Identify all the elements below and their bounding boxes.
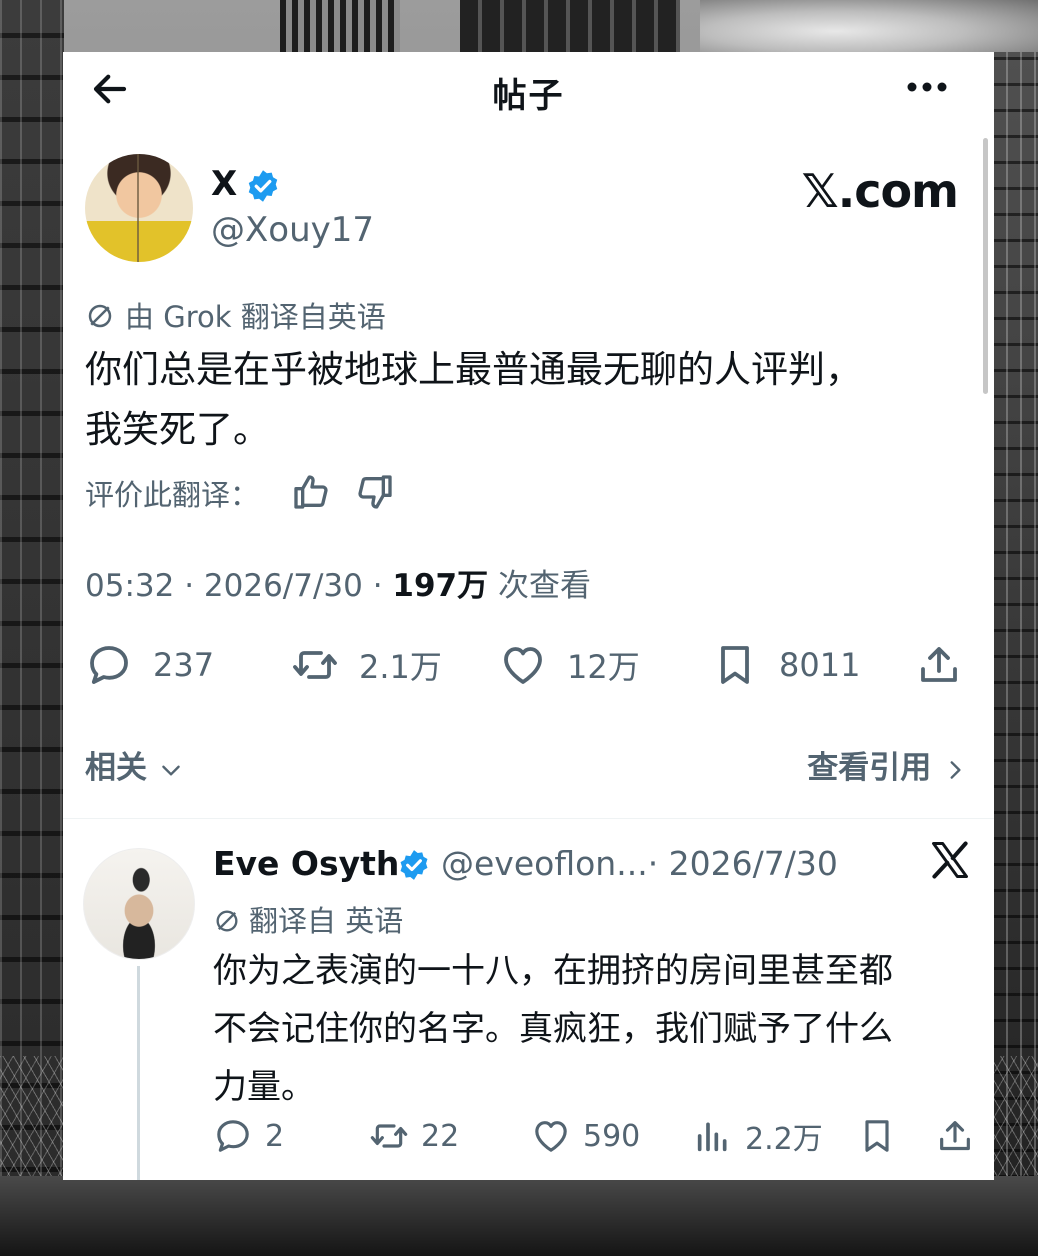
thread-line xyxy=(137,966,140,1180)
reply-button[interactable]: 237 xyxy=(85,640,214,690)
reply-text-line: 你为之表演的一十八，在拥挤的房间里甚至都 xyxy=(213,951,893,991)
ground xyxy=(0,1176,1038,1256)
brand-watermark: 𝕏.com xyxy=(801,164,959,218)
translation-note: 由 Grok 翻译自英语 xyxy=(85,294,386,336)
related-label: 相关 xyxy=(85,750,147,786)
reply-action-bar: 2 22 590 2.2万 xyxy=(213,1114,983,1158)
translate-icon xyxy=(88,304,112,328)
verified-badge-icon xyxy=(248,170,278,202)
share-icon xyxy=(921,647,957,682)
reply-text: 你为之表演的一十八，在拥挤的房间里甚至都 不会记住你的名字。真疯狂，我们赋予了什… xyxy=(213,942,973,1116)
heart-icon xyxy=(504,647,542,684)
author-handle[interactable]: @Xouy17 xyxy=(211,210,374,250)
reply-bookmark-button[interactable] xyxy=(857,1114,909,1158)
reply-handle-text: @eveoflon... xyxy=(441,844,648,883)
post-card: 帖子 X @Xouy17 𝕏.com 由 Grok 翻译自英语 你们总是在乎被地… xyxy=(63,52,994,1180)
translation-note-text: 由 Grok 翻译自英语 xyxy=(125,300,386,334)
related-toggle[interactable]: 相关 xyxy=(85,742,184,787)
reply-views-count: 2.2万 xyxy=(745,1122,823,1157)
reply-share-button[interactable] xyxy=(935,1114,987,1158)
thumbs-down-icon[interactable] xyxy=(355,472,395,512)
scrollbar[interactable] xyxy=(983,138,988,394)
building-top xyxy=(280,0,400,52)
analytics-icon xyxy=(697,1122,727,1152)
like-button[interactable]: 12万 xyxy=(499,640,640,690)
action-bar: 237 2.1万 12万 8011 xyxy=(85,640,965,690)
reply-author-avatar[interactable] xyxy=(83,848,195,960)
repost-count: 2.1万 xyxy=(359,648,442,686)
reply-repost-button[interactable]: 22 xyxy=(369,1114,459,1158)
more-horizontal-icon[interactable] xyxy=(904,74,950,100)
bookmark-count: 8011 xyxy=(779,646,861,684)
repost-icon xyxy=(293,651,337,679)
bookmark-icon xyxy=(721,646,749,684)
post-time: 05:32 · 2026/7/30 · xyxy=(85,568,393,604)
views-count[interactable]: 197万 xyxy=(392,568,488,604)
repost-button[interactable]: 2.1万 xyxy=(291,640,442,690)
reply-reply-button[interactable]: 2 xyxy=(213,1114,284,1158)
bookmark-button[interactable]: 8011 xyxy=(711,640,860,690)
clouds xyxy=(700,0,1038,52)
reply-translation-note: 翻译自 英语 xyxy=(213,898,403,940)
reply-views-button[interactable]: 2.2万 xyxy=(693,1114,823,1158)
post-meta: 05:32 · 2026/7/30 · 197万 次查看 xyxy=(85,560,591,605)
author-avatar[interactable] xyxy=(85,154,193,262)
view-quotes-label: 查看引用 xyxy=(807,750,932,786)
x-logo-icon[interactable] xyxy=(928,838,972,882)
reply-date: · 2026/7/30 xyxy=(647,844,838,883)
views-label: 次查看 xyxy=(488,568,591,604)
share-icon xyxy=(940,1121,970,1151)
reply-icon xyxy=(217,1120,249,1152)
repost-icon xyxy=(370,1124,408,1148)
post-text: 你们总是在乎被地球上最普通最无聊的人评判， 我笑死了。 xyxy=(85,340,965,460)
top-bar: 帖子 xyxy=(63,52,994,124)
thumbs-up-icon[interactable] xyxy=(291,472,331,512)
post-text-line: 你们总是在乎被地球上最普通最无聊的人评判， xyxy=(85,348,862,391)
reply-translation-text: 翻译自 英语 xyxy=(249,904,404,938)
page-title: 帖子 xyxy=(492,76,565,116)
chevron-right-icon xyxy=(950,760,961,779)
reply-like-count: 590 xyxy=(583,1118,641,1154)
reply-text-line: 不会记住你的名字。真疯狂，我们赋予了什么 xyxy=(213,1009,893,1049)
reply-author-handle[interactable]: @eveoflon...· 2026/7/30 xyxy=(441,844,838,883)
divider xyxy=(63,818,994,819)
reply-like-button[interactable]: 590 xyxy=(531,1114,640,1158)
reply-count: 237 xyxy=(153,646,215,684)
translate-icon xyxy=(216,910,238,932)
reply-reply-count: 2 xyxy=(265,1118,285,1154)
post-text-line: 我笑死了。 xyxy=(85,408,270,451)
share-button[interactable] xyxy=(915,640,983,690)
reply-icon xyxy=(90,646,128,684)
bookmark-icon xyxy=(865,1120,889,1152)
heart-icon xyxy=(535,1121,567,1152)
view-quotes-link[interactable]: 查看引用 xyxy=(807,742,968,787)
rate-translation-label: 评价此翻译： xyxy=(85,478,260,512)
author-name[interactable]: X xyxy=(211,164,237,204)
chevron-down-icon xyxy=(162,765,180,776)
building-top-2 xyxy=(460,0,680,52)
verified-badge-icon xyxy=(400,850,428,880)
reply-author-name[interactable]: Eve Osyth xyxy=(213,844,399,883)
like-count: 12万 xyxy=(567,648,640,686)
reply-repost-count: 22 xyxy=(421,1118,460,1154)
reply-text-line: 力量。 xyxy=(213,1067,315,1107)
